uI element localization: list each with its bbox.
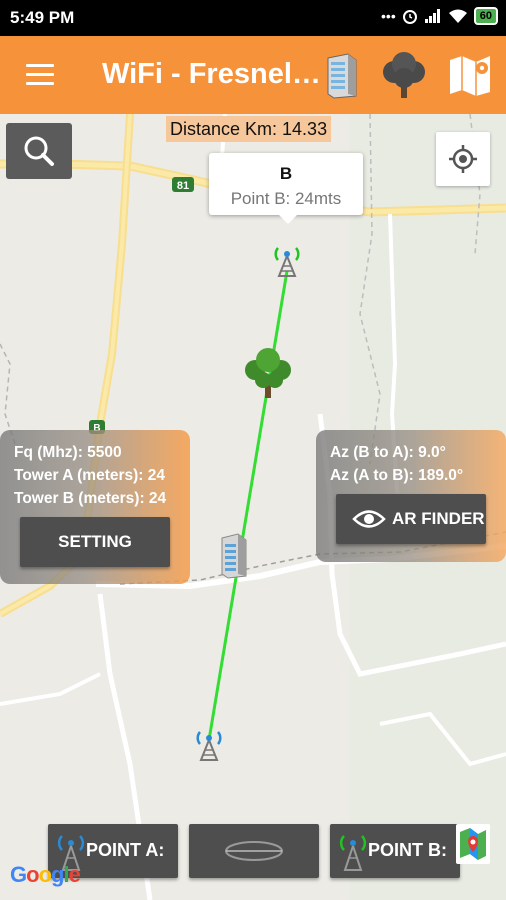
ar-finder-label: AR FINDER: [392, 509, 485, 528]
tree-icon[interactable]: [380, 50, 428, 100]
google-attribution: Google: [10, 862, 81, 887]
status-icons: ••• 60: [381, 7, 498, 25]
tower-b-icon: [339, 835, 367, 871]
search-button[interactable]: [6, 123, 72, 179]
setting-button[interactable]: SETTING: [20, 517, 170, 567]
search-icon: [24, 136, 54, 166]
azimuth-b-to-a-text: Az (B to A): 9.0°: [330, 444, 446, 461]
settings-panel: Fq (Mhz): 5500 Tower A (meters): 24 Towe…: [0, 430, 190, 584]
wifi-icon: [448, 9, 467, 23]
dots-icon: •••: [381, 8, 396, 24]
callout-title: B: [279, 164, 293, 183]
link-line: [207, 270, 289, 741]
point-b-button[interactable]: POINT B:: [330, 824, 460, 878]
point-b-label: POINT B:: [368, 840, 447, 860]
callout-subtitle: Point B: 24mts: [230, 189, 342, 208]
tower-a-marker: [196, 731, 222, 761]
azimuth-panel: Az (B to A): 9.0° Az (A to B): 189.0° AR…: [316, 430, 506, 562]
building-icon: [221, 533, 247, 579]
azimuth-a-to-b-text: Az (A to B): 189.0°: [330, 467, 464, 484]
menu-icon[interactable]: [26, 64, 54, 86]
tower-a-height-text: Tower A (meters): 24: [14, 467, 166, 484]
point-a-label: POINT A:: [86, 840, 165, 860]
marker-b-callout[interactable]: B Point B: 24mts: [209, 153, 363, 224]
my-location-button[interactable]: [436, 132, 490, 186]
tower-b-height-text: Tower B (meters): 24: [14, 490, 167, 507]
ar-finder-button[interactable]: AR FINDER: [336, 494, 486, 544]
building-icon[interactable]: [318, 50, 366, 100]
alarm-icon: [402, 10, 417, 24]
map-icon[interactable]: [446, 50, 494, 100]
app-bar: WiFi - Fresnel…: [0, 36, 506, 114]
map-view[interactable]: 81 B Distance Km: 14.33 B Point B: 24mts…: [0, 114, 506, 900]
fresnel-zone-button[interactable]: [189, 824, 319, 878]
battery-indicator: 60: [473, 7, 498, 25]
status-time: 5:49 PM: [10, 8, 75, 27]
eye-icon: [352, 510, 386, 528]
distance-label: Distance Km: 14.33: [166, 116, 332, 142]
open-in-maps-button[interactable]: [456, 824, 490, 864]
signal-icon: [424, 9, 440, 23]
tree-icon: [245, 348, 291, 398]
status-bar: 5:49 PM ••• 60: [0, 0, 506, 36]
route-shield-label: 81: [177, 180, 189, 192]
fresnel-zone-icon: [225, 841, 283, 861]
frequency-text: Fq (Mhz): 5500: [14, 444, 122, 461]
crosshair-icon: [449, 145, 477, 173]
google-maps-icon: [460, 828, 486, 860]
app-title: WiFi - Fresnel…: [102, 58, 321, 90]
